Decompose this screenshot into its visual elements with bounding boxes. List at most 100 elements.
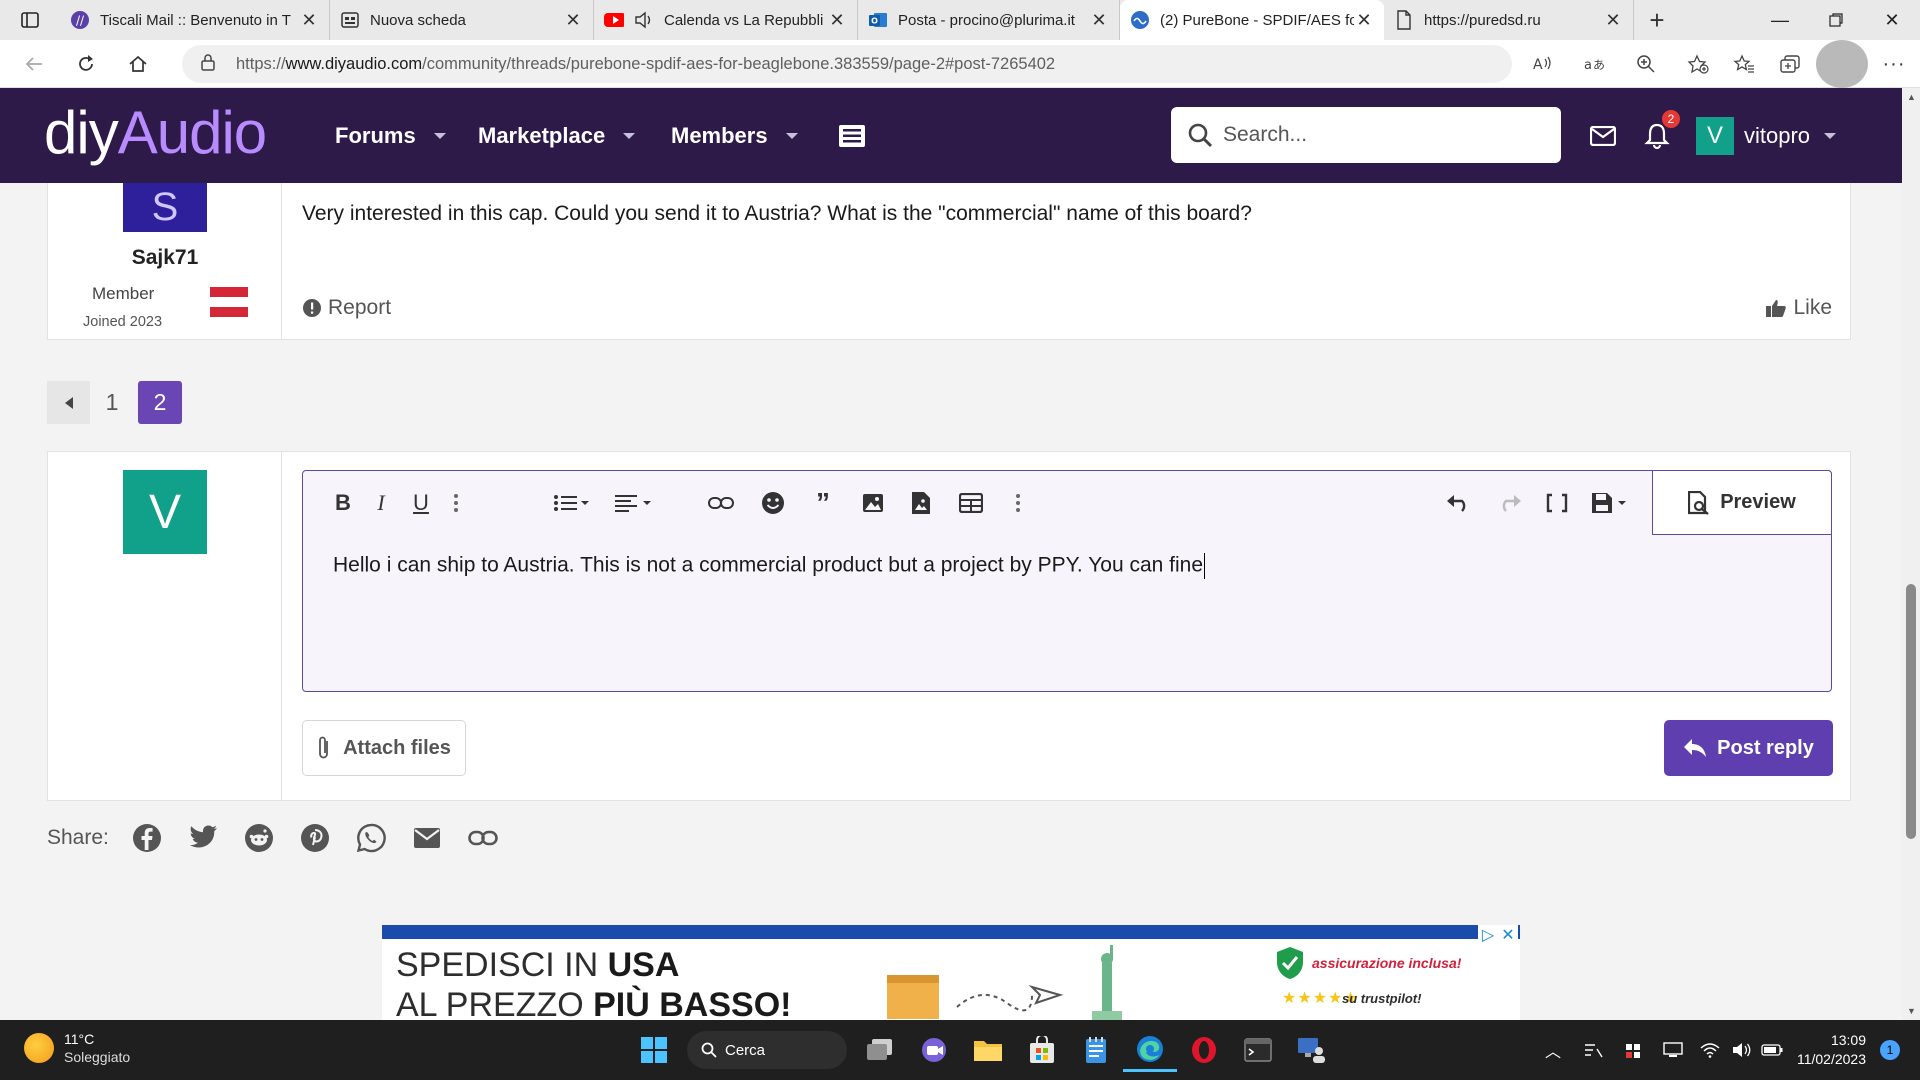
favorites-icon[interactable]: [1724, 40, 1764, 88]
author-avatar[interactable]: S: [123, 183, 207, 232]
close-icon[interactable]: ✕: [563, 10, 583, 31]
post-reply-button[interactable]: Post reply: [1664, 720, 1833, 776]
alerts-button[interactable]: 2: [1644, 88, 1680, 183]
site-logo[interactable]: diyAudio: [44, 98, 267, 167]
drafts-dropdown-button[interactable]: [1591, 489, 1635, 517]
start-button[interactable]: [627, 1028, 681, 1072]
undo-button[interactable]: [1445, 489, 1473, 517]
close-window-button[interactable]: ✕: [1864, 0, 1920, 40]
like-button[interactable]: Like: [1765, 296, 1832, 320]
insert-media-button[interactable]: [907, 489, 935, 517]
pinterest-share-button[interactable]: [287, 823, 343, 853]
emoji-button[interactable]: [759, 489, 787, 517]
lock-icon[interactable]: [200, 53, 222, 76]
display-icon[interactable]: [1653, 1042, 1693, 1058]
new-tab-button[interactable]: +: [1634, 0, 1680, 40]
microsoft-store-button[interactable]: [1015, 1028, 1069, 1072]
close-icon[interactable]: ✕: [1089, 10, 1109, 31]
browser-tab-youtube[interactable]: Calenda vs La Repubbli ✕: [594, 0, 858, 40]
inbox-button[interactable]: [1590, 88, 1616, 183]
page-1-link[interactable]: 1: [90, 381, 134, 424]
zoom-icon[interactable]: [1620, 40, 1672, 88]
page-scrollbar[interactable]: ▲ ▼: [1902, 88, 1920, 1020]
app-tray-icon[interactable]: [1613, 1041, 1653, 1059]
close-icon[interactable]: ✕: [1603, 10, 1623, 31]
account-menu[interactable]: V vitopro: [1696, 88, 1837, 183]
browser-tab-puredsd[interactable]: https://puredsd.ru ✕: [1384, 0, 1634, 40]
copy-link-button[interactable]: [455, 830, 511, 846]
close-ad-icon[interactable]: ✕: [1498, 925, 1518, 945]
underline-button[interactable]: U: [409, 489, 433, 517]
nav-forums[interactable]: Forums: [335, 88, 446, 183]
redo-button[interactable]: [1495, 489, 1523, 517]
browser-tab-purebone[interactable]: (2) PureBone - SPDIF/AES fo ✕: [1120, 0, 1384, 40]
scroll-up-icon[interactable]: ▲: [1907, 92, 1916, 102]
page-2-link[interactable]: 2: [138, 381, 182, 424]
adchoices-icon[interactable]: ▷: [1478, 925, 1498, 945]
tab-actions-button[interactable]: [0, 0, 60, 40]
teams-chat-button[interactable]: [907, 1028, 961, 1072]
taskbar-search[interactable]: Cerca: [687, 1031, 847, 1069]
battery-icon[interactable]: [1757, 1044, 1787, 1056]
url-field[interactable]: https://www.diyaudio.com/community/threa…: [182, 45, 1512, 83]
attach-files-button[interactable]: Attach files: [302, 720, 466, 776]
back-button[interactable]: [8, 40, 60, 88]
scrollbar-thumb[interactable]: [1906, 584, 1916, 839]
minimize-button[interactable]: —: [1752, 0, 1808, 40]
more-text-options-icon[interactable]: [449, 489, 463, 517]
italic-button[interactable]: I: [369, 489, 393, 517]
insert-image-button[interactable]: [859, 489, 887, 517]
notification-center-badge[interactable]: 1: [1880, 1040, 1900, 1060]
email-share-button[interactable]: [399, 827, 455, 849]
nav-members[interactable]: Members: [671, 88, 798, 183]
wifi-icon[interactable]: [1693, 1042, 1727, 1058]
whatsapp-share-button[interactable]: [343, 823, 399, 853]
speaker-icon[interactable]: [634, 10, 654, 30]
taskbar-clock[interactable]: 13:09 11/02/2023: [1797, 1031, 1866, 1069]
toggle-bbcode-button[interactable]: [1543, 489, 1571, 517]
input-indicator-icon[interactable]: [1573, 1041, 1613, 1059]
refresh-button[interactable]: [60, 40, 112, 88]
translate-icon[interactable]: aあ: [1568, 40, 1620, 88]
edge-browser-button[interactable]: [1123, 1028, 1177, 1072]
home-button[interactable]: [112, 40, 164, 88]
more-insert-options-icon[interactable]: [1011, 489, 1025, 517]
remote-app-button[interactable]: [1285, 1028, 1339, 1072]
search-box[interactable]: [1171, 107, 1561, 163]
opera-browser-button[interactable]: [1177, 1028, 1231, 1072]
quote-button[interactable]: ”: [809, 487, 837, 518]
profile-button[interactable]: [1816, 40, 1868, 88]
browser-tab-nuova-scheda[interactable]: Nuova scheda ✕: [330, 0, 594, 40]
notepad-button[interactable]: [1069, 1028, 1123, 1072]
collections-icon[interactable]: [1764, 40, 1816, 88]
task-view-button[interactable]: [853, 1028, 907, 1072]
more-menu-button[interactable]: ···: [1868, 40, 1920, 88]
add-favorite-icon[interactable]: [1672, 40, 1724, 88]
preview-button[interactable]: Preview: [1652, 470, 1832, 535]
reddit-share-button[interactable]: [231, 823, 287, 853]
browser-tab-outlook[interactable]: O Posta - procino@plurima.it ✕: [858, 0, 1120, 40]
report-button[interactable]: Report: [302, 296, 391, 320]
close-icon[interactable]: ✕: [1354, 10, 1374, 31]
browser-tab-tiscali[interactable]: // Tiscali Mail :: Benvenuto in T ✕: [60, 0, 330, 40]
twitter-share-button[interactable]: [175, 825, 231, 851]
weather-widget[interactable]: 11°C Soleggiato: [24, 1030, 130, 1066]
pagination-prev-button[interactable]: [47, 381, 90, 424]
search-input[interactable]: [1223, 123, 1543, 147]
align-dropdown-button[interactable]: [615, 489, 659, 517]
maximize-button[interactable]: [1808, 0, 1864, 40]
whats-new-button[interactable]: [838, 88, 866, 183]
chevron-up-icon[interactable]: ︿: [1533, 1038, 1573, 1062]
volume-icon[interactable]: [1727, 1042, 1757, 1058]
link-button[interactable]: [707, 489, 735, 517]
reply-text-area[interactable]: Hello i can ship to Austria. This is not…: [333, 553, 1206, 579]
insert-table-button[interactable]: [957, 489, 985, 517]
author-name[interactable]: Sajk71: [48, 246, 282, 270]
facebook-share-button[interactable]: [119, 823, 175, 853]
list-dropdown-button[interactable]: [553, 489, 597, 517]
nav-marketplace[interactable]: Marketplace: [478, 88, 636, 183]
file-explorer-button[interactable]: [961, 1028, 1015, 1072]
terminal-button[interactable]: [1231, 1028, 1285, 1072]
close-icon[interactable]: ✕: [299, 10, 319, 31]
bold-button[interactable]: B: [331, 489, 355, 517]
